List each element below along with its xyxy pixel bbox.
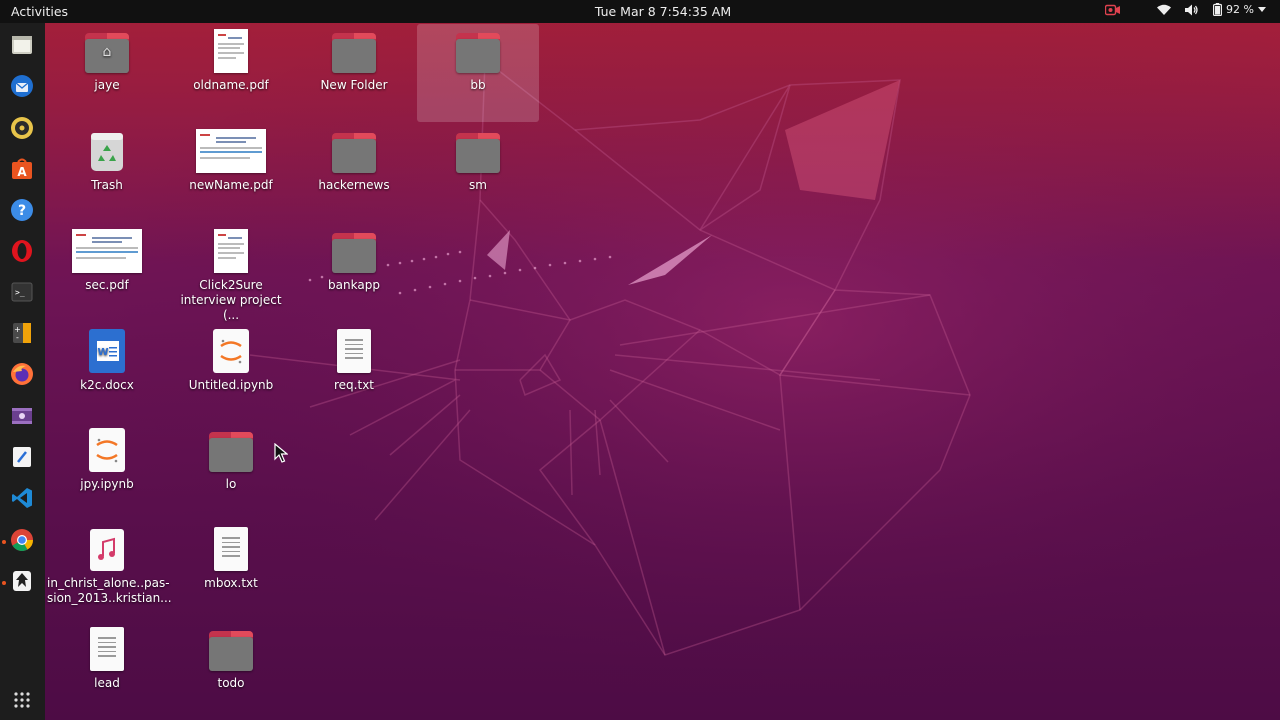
jupyter-notebook-icon [89,428,125,472]
pdf-thumbnail-icon [196,129,266,173]
software-center-icon[interactable]: A [7,154,37,184]
svg-text:-: - [16,333,19,342]
vscode-icon[interactable] [7,483,37,513]
running-indicator [2,540,6,544]
files-icon[interactable] [7,30,37,60]
word-document-icon: W [89,329,125,373]
thunderbird-icon[interactable] [7,71,37,101]
desktop-icon-bankapp[interactable]: bankapp [294,223,414,293]
volume-icon[interactable] [1185,4,1199,16]
chrome-icon[interactable] [7,525,37,555]
text-file-icon [90,627,124,671]
svg-text:W: W [97,347,108,358]
desktop-icon-jaye[interactable]: ⌂ jaye [47,23,167,93]
icon-label: Click2Sure interview project (... [180,278,282,322]
folder-icon [332,233,376,273]
desktop-icon-sm[interactable]: sm [418,123,538,193]
desktop-icon-lo[interactable]: lo [171,422,291,492]
desktop-icon-oldname-pdf[interactable]: oldname.pdf [171,23,291,93]
desktop-icon-newname-pdf[interactable]: newName.pdf [171,123,291,193]
folder-icon [456,133,500,173]
desktop-icon-req-txt[interactable]: req.txt [294,323,414,393]
pdf-thumbnail-icon [214,229,248,273]
text-file-icon [214,527,248,571]
svg-text:A: A [17,165,27,179]
icon-label: Untitled.ipynb [188,378,274,392]
icon-label: jaye [94,78,120,92]
wifi-icon[interactable] [1157,4,1172,16]
icon-label: oldname.pdf [193,78,269,92]
icon-label: sm [469,178,487,192]
text-editor-icon[interactable] [7,442,37,472]
icon-label: jpy.ipynb [80,477,134,491]
desktop-icon-new-folder[interactable]: New Folder [294,23,414,93]
show-apps-icon[interactable] [7,685,37,715]
rhythmbox-icon[interactable] [7,113,37,143]
dock: A ? >_ + - [0,23,45,720]
battery-icon [1213,3,1223,16]
svg-text:>_: >_ [15,288,25,297]
battery-percent: 92 % [1226,3,1254,16]
icon-label: bankapp [328,278,380,292]
desktop-icon-jpy-ipynb[interactable]: jpy.ipynb [47,422,167,492]
battery-indicator[interactable]: 92 % [1213,3,1266,16]
desktop-icon-lead[interactable]: lead [47,621,167,691]
icon-label: mbox.txt [204,576,258,590]
screen-record-icon[interactable] [1105,4,1121,16]
help-icon[interactable]: ? [7,195,37,225]
video-editor-icon[interactable] [7,401,37,431]
top-bar: Activities Tue Mar 8 7:54:35 AM 92 % [0,0,1280,23]
running-indicator [2,581,6,585]
icon-label: New Folder [320,78,388,92]
inkscape-icon[interactable] [7,566,37,596]
icon-label: req.txt [334,378,374,392]
icon-label: sec.pdf [85,278,129,292]
desktop-icon-mbox-txt[interactable]: mbox.txt [171,521,291,591]
icon-label: newName.pdf [189,178,273,192]
icon-label: lead [94,676,120,690]
pdf-thumbnail-icon [214,29,248,73]
icon-label: hackernews [318,178,390,192]
folder-icon [209,631,253,671]
chevron-down-icon[interactable] [1258,6,1266,13]
system-tray[interactable]: 92 % [1105,3,1266,16]
calculator-icon[interactable]: + - [7,318,37,348]
folder-icon [332,133,376,173]
pdf-thumbnail-icon [72,229,142,273]
desktop-icon-hackernews[interactable]: hackernews [294,123,414,193]
text-file-icon [337,329,371,373]
folder-icon [209,432,253,472]
mouse-pointer-icon [274,443,288,463]
icon-label: k2c.docx [80,378,134,392]
home-folder-icon: ⌂ [85,33,129,73]
desktop-icon-todo[interactable]: todo [171,621,291,691]
desktop-icon-k2c-docx[interactable]: W k2c.docx [47,323,167,393]
folder-icon [456,33,500,73]
desktop-icon-bb[interactable]: bb [418,23,538,93]
folder-icon [332,33,376,73]
icon-label: bb [470,78,486,92]
desktop-icon-trash[interactable]: Trash [47,123,167,193]
jupyter-notebook-icon [213,329,249,373]
desktop-icon-click2sure[interactable]: Click2Sure interview project (... [171,223,291,323]
icon-label: todo [217,676,245,690]
icon-label: lo [225,477,237,491]
trash-icon [91,133,123,171]
desktop-icon-sec-pdf[interactable]: sec.pdf [47,223,167,293]
icon-label: in_christ_alone..pas-sion_2013..kristian… [47,576,172,605]
audio-file-icon [90,529,124,571]
svg-text:?: ? [18,203,26,219]
opera-icon[interactable] [7,236,37,266]
clock[interactable]: Tue Mar 8 7:54:35 AM [0,4,1280,19]
firefox-icon[interactable] [7,359,37,389]
icon-label: Trash [91,178,123,192]
desktop-icon-untitled-ipynb[interactable]: Untitled.ipynb [171,323,291,393]
desktop-icon-in-christ-alone[interactable]: in_christ_alone..pas-sion_2013..kristian… [47,521,172,606]
terminal-icon[interactable]: >_ [7,277,37,307]
